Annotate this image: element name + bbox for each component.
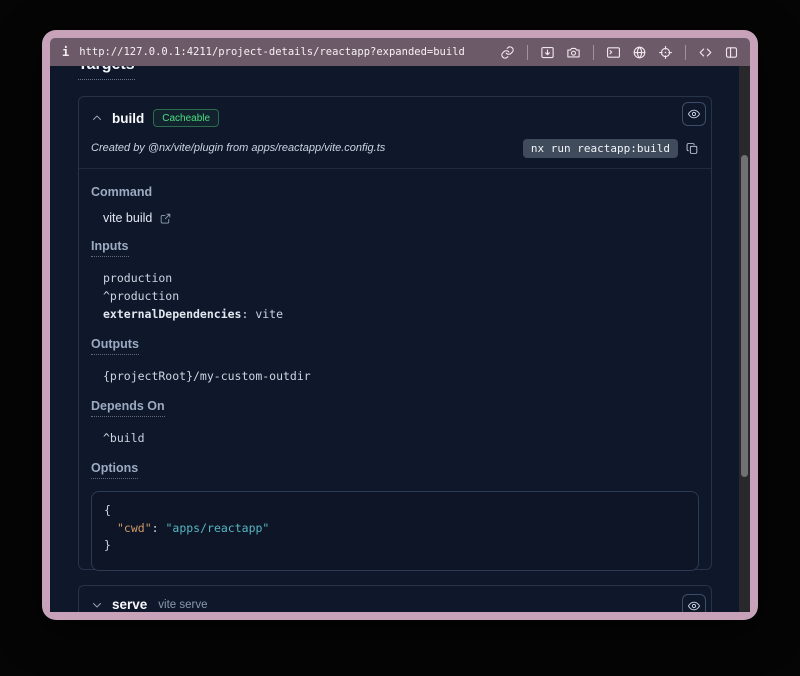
target-name: serve — [112, 597, 147, 612]
screenshot-save-icon[interactable] — [539, 44, 556, 61]
outputs-section-label: Outputs — [91, 337, 139, 355]
outputs-list: {projectRoot}/my-custom-outdir — [103, 367, 699, 385]
target-card-serve: serve vite serve — [78, 585, 712, 612]
input-item: production — [103, 269, 699, 287]
depends-on-list: ^build — [103, 429, 699, 447]
json-property: "cwd": "apps/reactapp" — [104, 520, 686, 538]
target-card-build: build Cacheable Created by @nx/vite/plug… — [78, 96, 712, 570]
terminal-icon[interactable] — [605, 44, 622, 61]
options-section-label: Options — [91, 461, 138, 479]
browser-window: i http://127.0.0.1:4211/project-details/… — [42, 30, 758, 620]
external-link-icon[interactable] — [159, 212, 172, 225]
chevron-up-icon[interactable] — [91, 112, 103, 124]
json-open-brace: { — [104, 502, 686, 520]
options-json-block: { "cwd": "apps/reactapp" } — [91, 491, 699, 571]
split-panel-icon[interactable] — [723, 44, 740, 61]
input-item: ^production — [103, 287, 699, 305]
copy-icon[interactable] — [686, 142, 699, 155]
output-item: {projectRoot}/my-custom-outdir — [103, 367, 699, 385]
link-icon[interactable] — [499, 44, 516, 61]
command-value: vite build — [103, 211, 152, 225]
camera-icon[interactable] — [565, 44, 582, 61]
cacheable-badge: Cacheable — [153, 109, 219, 127]
created-by-note: Created by @nx/vite/plugin from apps/rea… — [91, 142, 385, 154]
run-command-chip[interactable]: nx run reactapp:build — [523, 139, 678, 158]
depends-on-section-label: Depends On — [91, 399, 165, 417]
scrollbar-track[interactable] — [739, 66, 750, 612]
page-viewport: Targets build Cacheable Created by @nx/v… — [50, 66, 750, 612]
toolbar-divider — [685, 45, 686, 60]
serve-card-header[interactable]: serve vite serve — [79, 586, 711, 612]
crosshair-icon[interactable] — [657, 44, 674, 61]
toolbar-divider — [527, 45, 528, 60]
page-title: Targets — [78, 66, 135, 80]
inputs-list: production ^production externalDependenc… — [103, 269, 699, 323]
input-item: externalDependencies: vite — [103, 305, 699, 323]
scrollbar-thumb[interactable] — [741, 155, 748, 477]
code-icon[interactable] — [697, 44, 714, 61]
globe-icon[interactable] — [631, 44, 648, 61]
command-section-label: Command — [91, 185, 152, 199]
command-value-row: vite build — [103, 211, 699, 225]
view-target-button[interactable] — [682, 102, 706, 126]
target-name: build — [112, 111, 144, 126]
toolbar-divider — [593, 45, 594, 60]
inputs-section-label: Inputs — [91, 239, 129, 257]
serve-command-preview: vite serve — [158, 599, 207, 611]
build-card-body: Command vite build Inputs production ^pr… — [79, 169, 711, 571]
json-close-brace: } — [104, 537, 686, 555]
url-bar[interactable]: http://127.0.0.1:4211/project-details/re… — [79, 46, 465, 58]
chevron-down-icon[interactable] — [91, 599, 103, 611]
view-target-button[interactable] — [682, 594, 706, 612]
build-card-header[interactable]: build Cacheable Created by @nx/vite/plug… — [79, 97, 711, 169]
chrome-toolbar — [499, 44, 740, 61]
browser-chrome: i http://127.0.0.1:4211/project-details/… — [50, 38, 750, 66]
info-icon: i — [60, 45, 71, 59]
depends-on-item: ^build — [103, 429, 699, 447]
